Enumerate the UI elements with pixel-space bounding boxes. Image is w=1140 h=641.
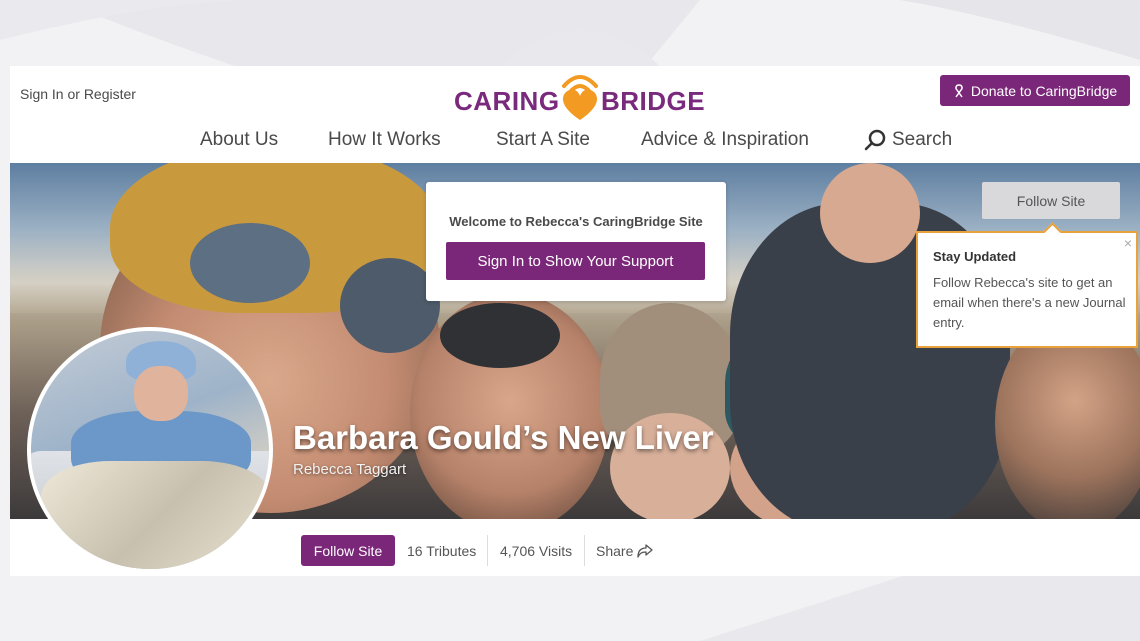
search-icon xyxy=(864,129,886,151)
site-header: Sign In or Register CARING BRIDGE Donate… xyxy=(10,66,1140,163)
tooltip-title: Stay Updated xyxy=(933,249,1017,264)
avatar-blanket xyxy=(41,461,269,569)
tooltip-body: Follow Rebecca's site to get an email wh… xyxy=(933,275,1126,330)
ribbon-icon xyxy=(955,83,963,97)
donate-label: Donate to CaringBridge xyxy=(970,82,1118,99)
search-label: Search xyxy=(892,129,953,150)
follow-site-top-button[interactable]: Follow Site xyxy=(982,182,1120,219)
share-button[interactable]: Share xyxy=(596,543,654,559)
welcome-card: Welcome to Rebecca's CaringBridge Site S… xyxy=(426,182,726,301)
nav-search[interactable]: Search xyxy=(864,129,952,151)
sign-in-support-button[interactable]: Sign In to Show Your Support xyxy=(446,242,705,280)
visits-count: 4,706 Visits xyxy=(500,543,573,559)
nav-about-us[interactable]: About Us xyxy=(200,129,278,151)
signin-link[interactable]: Sign In or Register xyxy=(20,86,136,102)
site-title: Barbara Gould’s New Liver xyxy=(293,419,714,456)
nav-advice-inspiration[interactable]: Advice & Inspiration xyxy=(641,129,809,151)
photo-sunglasses-woman xyxy=(440,303,560,368)
avatar-face xyxy=(134,366,188,421)
logo-text-bridge: BRIDGE xyxy=(601,86,706,116)
profile-avatar xyxy=(27,327,273,573)
divider xyxy=(584,535,585,566)
stay-updated-tooltip: × Stay Updated Follow Rebecca's site to … xyxy=(916,222,1138,348)
photo-sunglasses-left-2 xyxy=(340,258,440,353)
share-label: Share xyxy=(596,543,634,559)
divider xyxy=(487,535,488,566)
welcome-text: Welcome to Rebecca's CaringBridge Site xyxy=(449,214,703,229)
main-nav: About Us How It Works Start A Site Advic… xyxy=(10,129,1140,159)
heart-signal-icon xyxy=(562,75,598,120)
site-author[interactable]: Rebecca Taggart xyxy=(293,461,406,478)
donate-button[interactable]: Donate to CaringBridge xyxy=(940,75,1130,106)
nav-how-it-works[interactable]: How It Works xyxy=(328,129,441,151)
nav-start-a-site[interactable]: Start A Site xyxy=(496,129,590,151)
photo-sunglasses-left xyxy=(190,223,310,303)
follow-site-button[interactable]: Follow Site xyxy=(301,535,395,566)
photo-man-face xyxy=(820,163,920,263)
logo-text-caring: CARING xyxy=(454,86,560,116)
share-icon xyxy=(637,544,654,558)
caringbridge-logo[interactable]: CARING BRIDGE xyxy=(454,68,714,124)
tributes-count[interactable]: 16 Tributes xyxy=(407,543,476,559)
close-icon[interactable]: × xyxy=(1124,235,1132,251)
